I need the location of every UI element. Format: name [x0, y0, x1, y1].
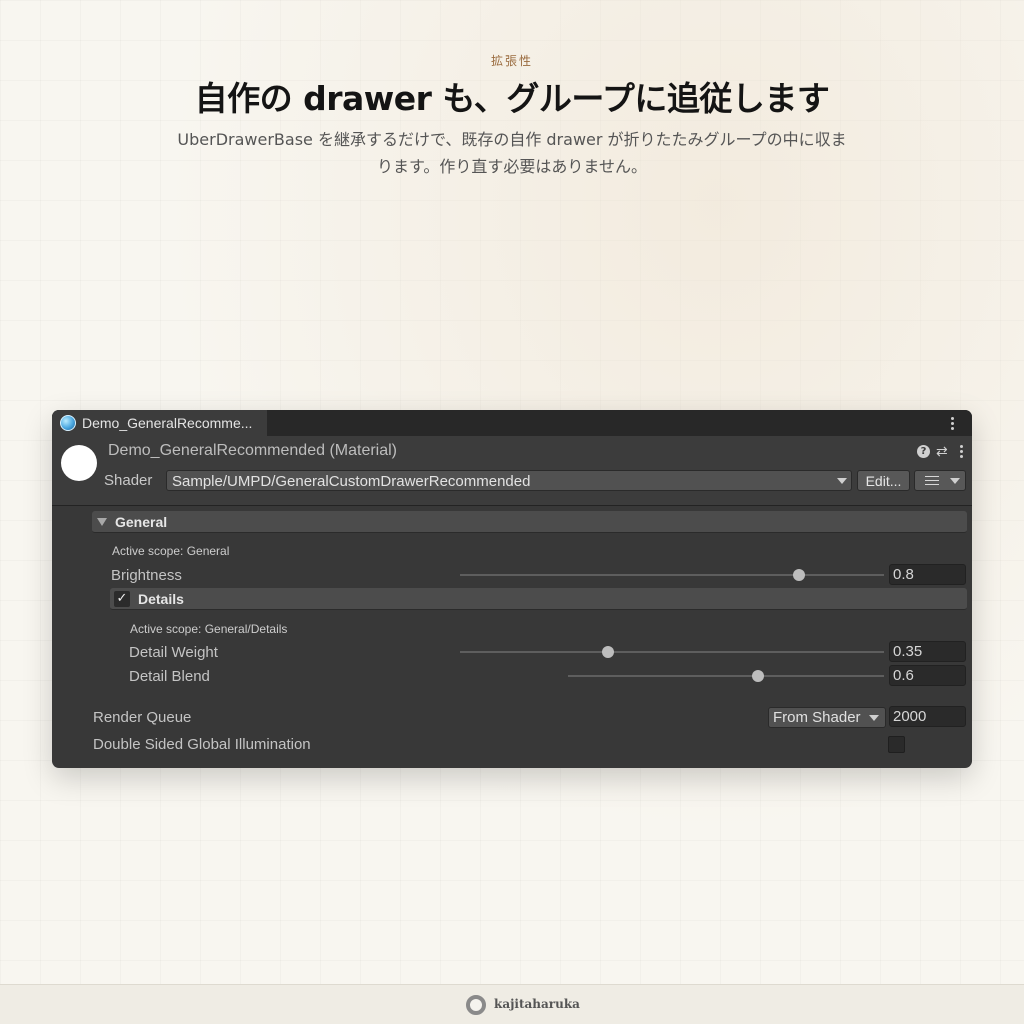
details-toggle-checkbox[interactable]: ✓	[114, 591, 130, 607]
shader-label: Shader	[104, 472, 153, 489]
group-general-header[interactable]: General	[92, 511, 967, 533]
group-details-label: Details	[138, 591, 184, 607]
detail-blend-value-field[interactable]: 0.6	[889, 665, 966, 686]
shader-dropdown[interactable]: Sample/UMPD/GeneralCustomDrawerRecommend…	[166, 470, 852, 491]
chevron-down-icon	[869, 715, 879, 721]
inspector-window: Demo_GeneralRecomme... Demo_GeneralRecom…	[52, 410, 972, 768]
tab-menu-icon[interactable]	[951, 417, 955, 432]
group-general-label: General	[115, 514, 168, 530]
material-title: Demo_GeneralRecommended (Material)	[108, 442, 398, 459]
render-queue-mode-value: From Shader	[773, 709, 861, 726]
brightness-slider-handle[interactable]	[793, 569, 806, 581]
brand-logo-icon	[466, 995, 486, 1015]
double-sided-gi-label: Double Sided Global Illumination	[93, 736, 311, 753]
presets-icon[interactable]: ⇄	[936, 444, 948, 458]
page-headline: 自作の drawer も、グループに追従します	[194, 79, 830, 118]
detail-weight-slider-track[interactable]	[460, 651, 884, 653]
detail-blend-slider-track[interactable]	[568, 675, 884, 677]
details-scope-text: Active scope: General/Details	[130, 622, 288, 636]
material-icon	[60, 415, 76, 431]
edit-shader-button[interactable]: Edit...	[857, 470, 910, 491]
chevron-down-icon	[837, 478, 847, 484]
render-queue-label: Render Queue	[93, 709, 192, 726]
render-queue-mode-dropdown[interactable]: From Shader	[768, 707, 886, 728]
tab-label: Demo_GeneralRecomme...	[82, 415, 253, 431]
material-preview	[61, 445, 97, 481]
inspector-tab[interactable]: Demo_GeneralRecomme...	[52, 410, 267, 436]
render-queue-value-field[interactable]: 2000	[889, 706, 966, 727]
footer-brand: kajitaharuka	[494, 997, 580, 1011]
chevron-down-icon	[950, 478, 960, 484]
page-subtext: UberDrawerBase を継承するだけで、既存の自作 drawer が折り…	[177, 130, 847, 176]
footer: kajitaharuka	[0, 984, 1024, 1024]
brightness-value-field[interactable]: 0.8	[889, 564, 966, 585]
tab-bar: Demo_GeneralRecomme...	[52, 410, 972, 436]
foldout-arrow-icon	[97, 518, 107, 526]
help-icon[interactable]: ?	[917, 445, 930, 458]
shader-options-button[interactable]	[914, 470, 966, 491]
list-icon	[925, 476, 939, 488]
detail-weight-label: Detail Weight	[129, 644, 218, 661]
eyebrow-label: 拡張性	[490, 54, 533, 68]
brightness-label: Brightness	[111, 567, 182, 584]
header-menu-icon[interactable]	[960, 445, 964, 460]
shader-value: Sample/UMPD/GeneralCustomDrawerRecommend…	[172, 473, 531, 490]
detail-weight-slider-handle[interactable]	[602, 646, 615, 658]
double-sided-gi-checkbox[interactable]	[888, 736, 905, 753]
detail-blend-label: Detail Blend	[129, 668, 210, 685]
detail-blend-slider-handle[interactable]	[751, 670, 764, 682]
general-scope-text: Active scope: General	[112, 544, 230, 558]
material-header: Demo_GeneralRecommended (Material) ? ⇄ S…	[52, 436, 972, 506]
header-divider	[52, 505, 972, 506]
group-details-header[interactable]: ✓ Details	[110, 588, 967, 610]
brightness-slider-track[interactable]	[460, 574, 884, 576]
detail-weight-value-field[interactable]: 0.35	[889, 641, 966, 662]
